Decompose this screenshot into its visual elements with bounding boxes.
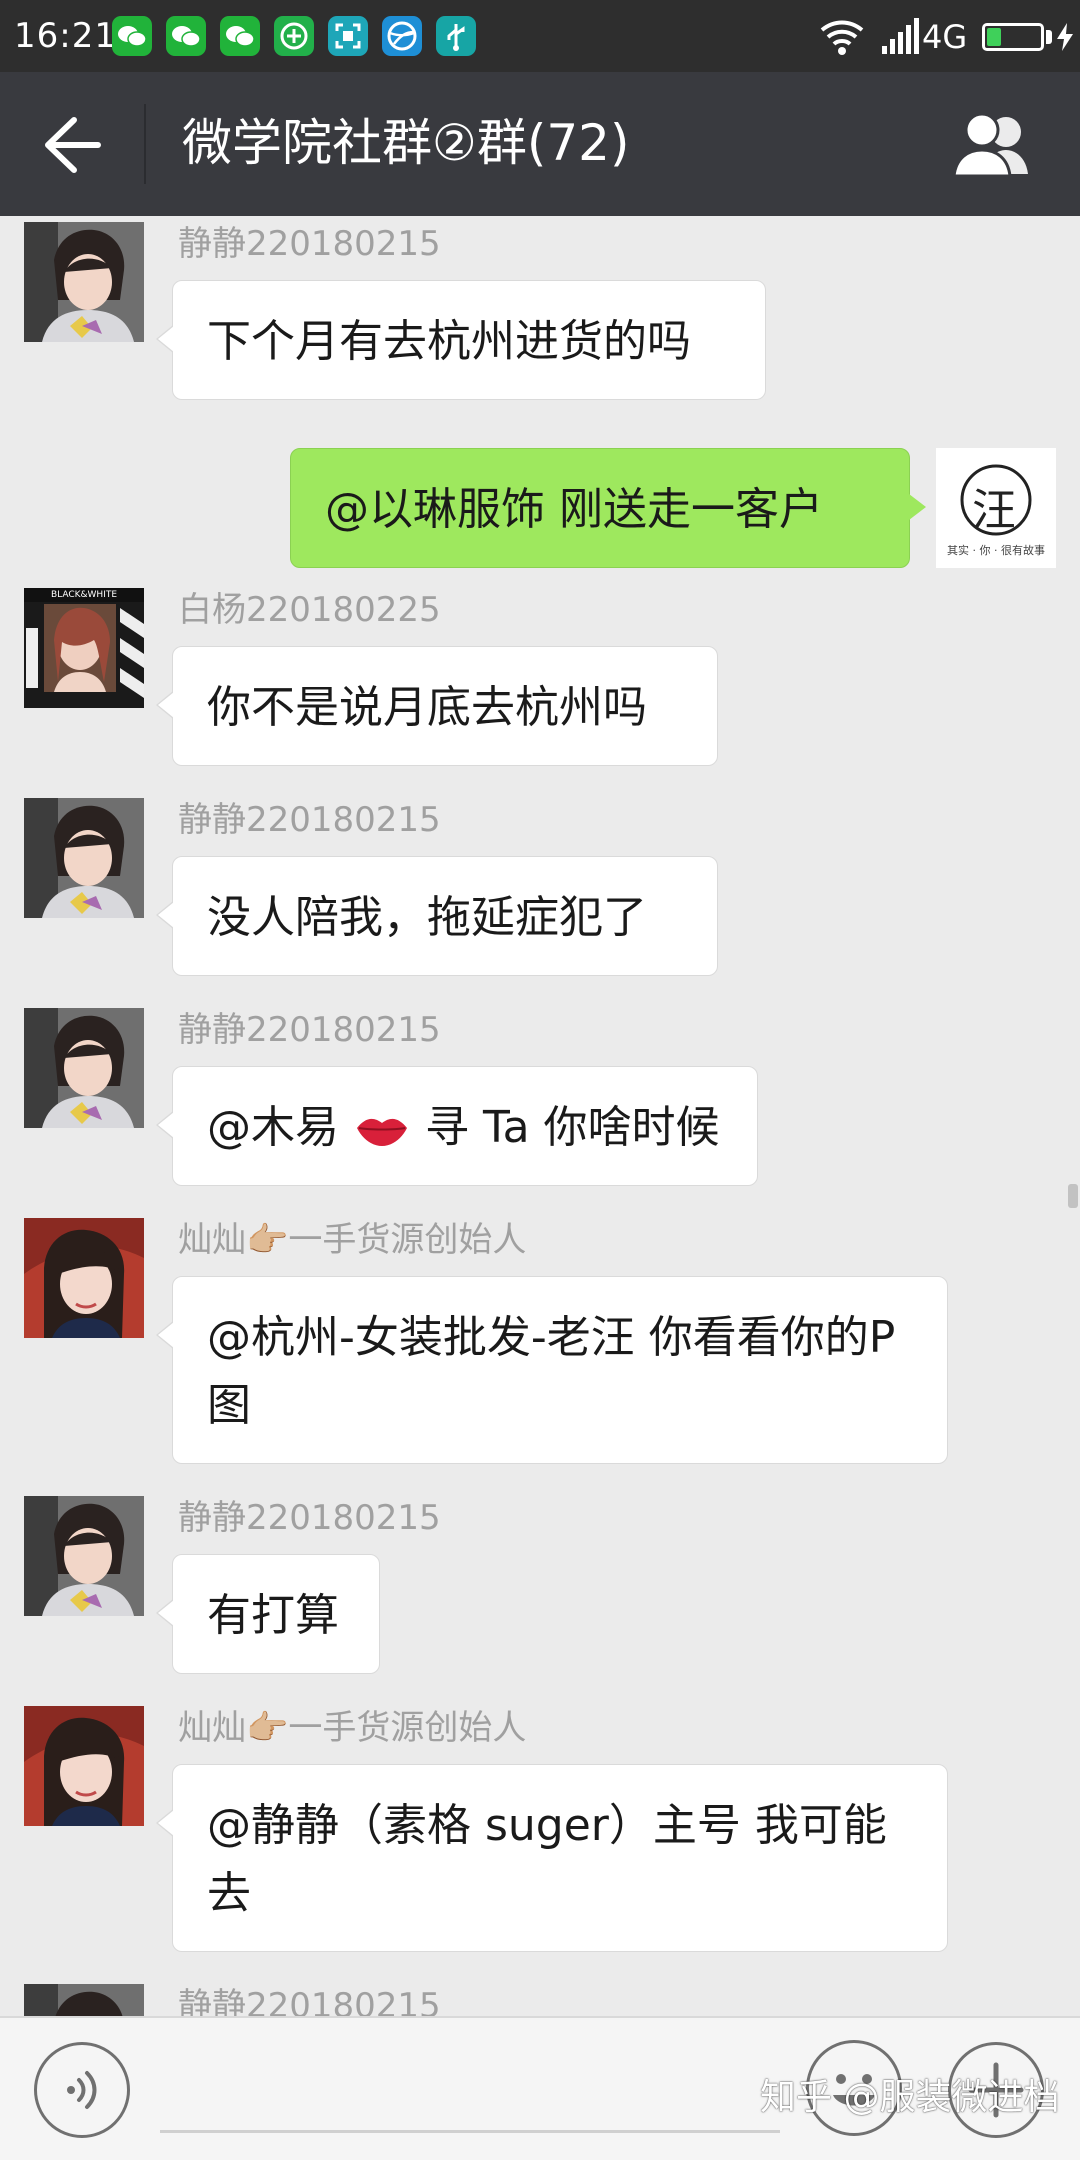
usb-icon xyxy=(436,16,476,56)
sender-name: 白杨220180225 xyxy=(178,590,441,630)
battery-icon xyxy=(982,23,1044,51)
group-members-button[interactable] xyxy=(944,108,1040,184)
message-bubble[interactable]: 你不是说月底去杭州吗 xyxy=(156,646,718,766)
avatar[interactable] xyxy=(24,1218,144,1338)
wechat-icon xyxy=(220,16,260,56)
message-bubble[interactable]: 有打算 xyxy=(156,1554,380,1674)
sender-name: 静静220180215 xyxy=(178,1498,441,1538)
message-bubble[interactable]: @木易 寻 Ta 你啥时候 xyxy=(156,1066,758,1186)
message-bubble[interactable]: 没人陪我，拖延症犯了 xyxy=(156,856,718,976)
sender-name: 灿灿👉🏼一手货源创始人 xyxy=(178,1708,527,1748)
kiss-lips-emoji xyxy=(357,1118,407,1146)
title-bar: 微学院社群②群(72) xyxy=(0,72,1080,216)
ball-icon xyxy=(382,16,422,56)
avatar[interactable] xyxy=(24,222,144,342)
mention-text: @木易 xyxy=(207,1102,339,1153)
message-bubble[interactable]: 下个月有去杭州进货的吗 xyxy=(156,280,766,400)
voice-icon xyxy=(67,2071,97,2109)
wifi-icon xyxy=(820,20,864,55)
sender-name: 静静220180215 xyxy=(178,224,441,264)
avatar[interactable] xyxy=(24,1984,144,2016)
sender-name: 灿灿👉🏼一手货源创始人 xyxy=(178,1220,527,1260)
logo-caption: 其实 · 你 · 很有故事 xyxy=(947,544,1045,557)
message-bubble[interactable]: @静静（素格 suger）主号 我可能去 xyxy=(156,1764,948,1952)
back-button[interactable] xyxy=(30,110,118,180)
battery-level xyxy=(987,28,1001,46)
chat-title: 微学院社群②群(72) xyxy=(182,114,630,172)
network-type: 4G xyxy=(922,18,968,56)
avatar-banner-text: BLACK&WHITE xyxy=(50,590,118,600)
back-arrow-icon xyxy=(45,117,101,173)
wechat-icon xyxy=(166,16,206,56)
input-bar: 知乎 @服装微进档 xyxy=(0,2016,1080,2160)
message-bubble-self[interactable]: @以琳服饰 刚送走一客户 xyxy=(290,448,926,568)
avatar-self[interactable]: 汪 其实 · 你 · 很有故事 xyxy=(936,448,1056,568)
charging-icon xyxy=(1057,23,1073,51)
chat-message-list[interactable]: 静静220180215 下个月有去杭州进货的吗 @以琳服饰 刚送走一客户 汪 其… xyxy=(0,216,1080,2016)
avatar[interactable] xyxy=(24,1496,144,1616)
title-divider xyxy=(144,104,146,184)
group-members-icon xyxy=(952,112,1028,178)
voice-button[interactable] xyxy=(34,2042,130,2138)
avatar[interactable] xyxy=(24,1706,144,1826)
status-time: 16:21 xyxy=(14,16,117,56)
sender-name: 静静220180215 xyxy=(178,1986,441,2016)
status-bar: 16:21 4G xyxy=(0,0,1080,72)
sender-name: 静静220180215 xyxy=(178,1010,441,1050)
wechat-icon xyxy=(112,16,152,56)
logo-character: 汪 xyxy=(972,485,1016,536)
message-text: 寻 Ta 你啥时候 xyxy=(425,1102,720,1153)
add-circle-icon xyxy=(274,16,314,56)
message-bubble[interactable]: @杭州-女装批发-老汪 你看看你的P图 xyxy=(156,1276,948,1464)
avatar[interactable]: BLACK&WHITE xyxy=(24,588,144,708)
sender-name: 静静220180215 xyxy=(178,800,441,840)
avatar[interactable] xyxy=(24,1008,144,1128)
message-input[interactable] xyxy=(160,2130,780,2133)
battery-tip xyxy=(1046,30,1052,44)
signal-icon xyxy=(882,18,919,54)
watermark: 知乎 @服装微进档 xyxy=(760,2077,1060,2118)
avatar[interactable] xyxy=(24,798,144,918)
wechat-group-chat-screen: 16:21 4G 微学院社群②群(72) 静静220180215 下个月有去杭州… xyxy=(0,0,1080,2160)
scan-icon xyxy=(328,16,368,56)
scrollbar[interactable] xyxy=(1068,1184,1078,1208)
